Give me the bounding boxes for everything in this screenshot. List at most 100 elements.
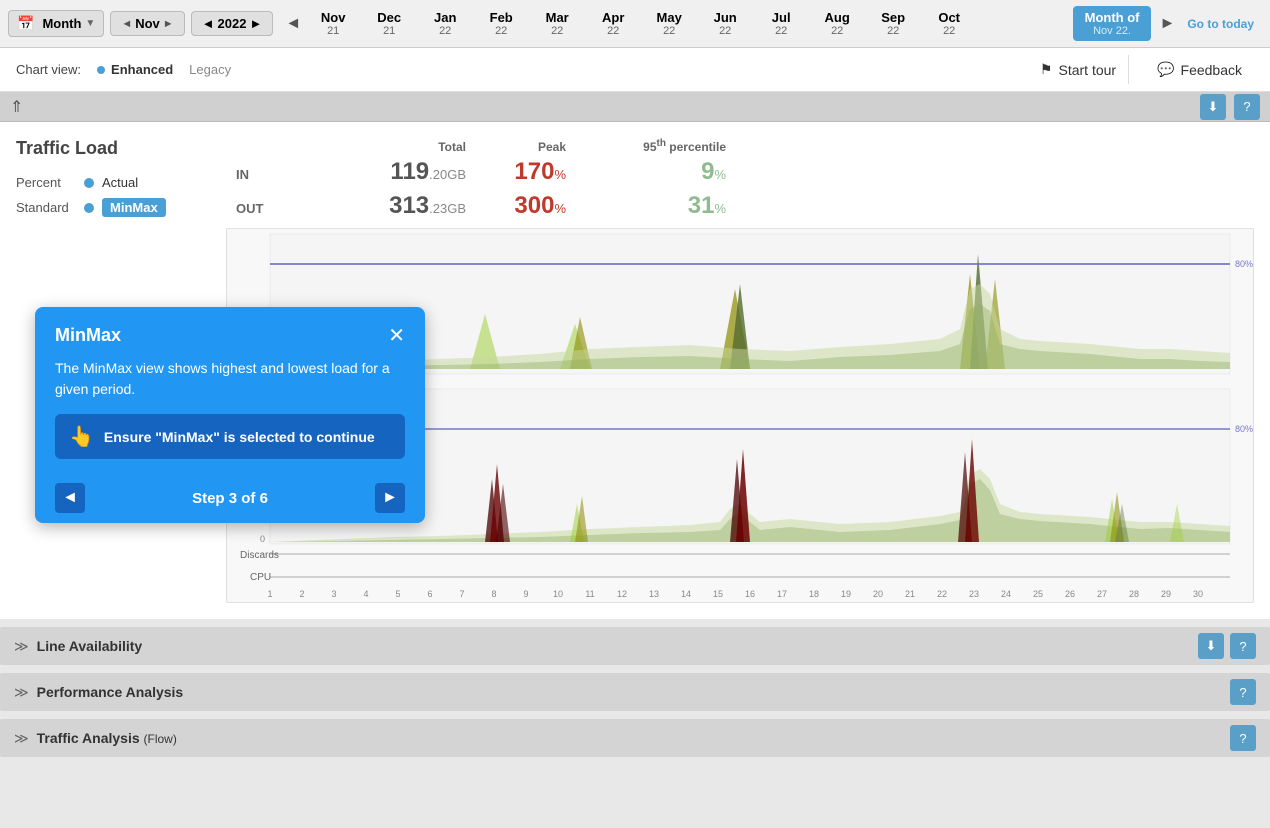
month-of-date: Nov 22. bbox=[1093, 25, 1131, 37]
start-tour-button[interactable]: ⚑ Start tour bbox=[1028, 55, 1129, 84]
in-percentile-unit: % bbox=[714, 167, 726, 182]
month-item-oct22[interactable]: Oct 22 bbox=[921, 6, 977, 41]
standard-label: Standard bbox=[16, 200, 76, 215]
legacy-option[interactable]: Legacy bbox=[189, 62, 231, 77]
legacy-label: Legacy bbox=[189, 62, 231, 77]
svg-text:5: 5 bbox=[395, 589, 400, 599]
tooltip-close-button[interactable]: ✕ bbox=[388, 326, 405, 346]
enhanced-label: Enhanced bbox=[111, 62, 173, 77]
svg-text:23: 23 bbox=[969, 589, 979, 599]
svg-text:11: 11 bbox=[585, 589, 594, 599]
main-content: Traffic Load Percent Actual Standard Min… bbox=[0, 122, 1270, 619]
month-selector[interactable]: 📅 Month ▼ bbox=[8, 10, 104, 37]
chart-view-bar: Chart view: Enhanced Legacy ⚑ Start tour… bbox=[0, 48, 1270, 92]
strip-prev-arrow[interactable]: ◄ bbox=[281, 13, 305, 35]
in-peak: 170% bbox=[466, 158, 566, 186]
month-item-nov21[interactable]: Nov 21 bbox=[305, 6, 361, 41]
in-total-decimal: .20GB bbox=[429, 167, 466, 182]
in-total: 119.20GB bbox=[286, 158, 466, 186]
month-item-apr22[interactable]: Apr 22 bbox=[585, 6, 641, 41]
in-direction-label: IN bbox=[236, 167, 286, 182]
chevron-down-icon-pa: ≫ bbox=[14, 684, 29, 701]
section-bar-left-la: ≫ Line Availability bbox=[14, 638, 142, 655]
month-label: Month bbox=[42, 16, 81, 31]
tooltip-action: 👆 Ensure "MinMax" is selected to continu… bbox=[55, 414, 405, 459]
section-bars: ≫ Line Availability ⬇ ? ≫ Performance An… bbox=[0, 627, 1270, 757]
month-item-jul22[interactable]: Jul 22 bbox=[753, 6, 809, 41]
svg-text:22: 22 bbox=[937, 589, 947, 599]
month-item-may22[interactable]: May 22 bbox=[641, 6, 697, 41]
out-total: 313.23GB bbox=[286, 192, 466, 220]
percentile-header: 95th percentile bbox=[566, 138, 726, 154]
chart-view-label: Chart view: bbox=[16, 62, 81, 77]
month-item-jan22[interactable]: Jan 22 bbox=[417, 6, 473, 41]
section-bar-left-pa: ≫ Performance Analysis bbox=[14, 684, 183, 701]
svg-text:27: 27 bbox=[1097, 589, 1107, 599]
help-btn-ta[interactable]: ? bbox=[1230, 725, 1256, 751]
traffic-analysis-section[interactable]: ≫ Traffic Analysis (Flow) ? bbox=[0, 719, 1270, 757]
feedback-label: Feedback bbox=[1181, 62, 1242, 78]
tooltip-header: MinMax ✕ bbox=[55, 325, 405, 346]
calendar-icon: 📅 bbox=[17, 15, 34, 32]
enhanced-option[interactable]: Enhanced bbox=[97, 62, 173, 77]
dropdown-arrow-icon: ▼ bbox=[85, 18, 95, 29]
in-percentile: 9% bbox=[566, 158, 726, 186]
prev-month-arrow-icon: ◄ bbox=[121, 18, 132, 30]
in-peak-unit: % bbox=[554, 167, 566, 182]
minmax-label[interactable]: MinMax bbox=[102, 198, 166, 217]
out-peak: 300% bbox=[466, 192, 566, 220]
percent-toggle-dot bbox=[84, 178, 94, 188]
line-availability-section[interactable]: ≫ Line Availability ⬇ ? bbox=[0, 627, 1270, 665]
svg-text:15: 15 bbox=[713, 589, 723, 599]
line-availability-title: Line Availability bbox=[37, 638, 143, 654]
percent-label: Percent bbox=[16, 175, 76, 190]
stats-header-row: Total Peak 95th percentile bbox=[226, 138, 1254, 154]
month-item-mar22[interactable]: Mar 22 bbox=[529, 6, 585, 41]
chevron-down-icon-ta: ≫ bbox=[14, 730, 29, 747]
svg-text:14: 14 bbox=[681, 589, 691, 599]
enhanced-dot-icon bbox=[97, 66, 105, 74]
svg-text:9: 9 bbox=[523, 589, 528, 599]
download-btn-la[interactable]: ⬇ bbox=[1198, 633, 1224, 659]
go-to-today-btn[interactable]: Go to today bbox=[1179, 13, 1262, 35]
svg-text:2: 2 bbox=[299, 589, 304, 599]
month-item-jun22[interactable]: Jun 22 bbox=[697, 6, 753, 41]
tooltip-body: The MinMax view shows highest and lowest… bbox=[55, 358, 405, 400]
help-btn-pa[interactable]: ? bbox=[1230, 679, 1256, 705]
current-month-btn[interactable]: ◄ Nov ► bbox=[110, 11, 184, 36]
strip-next-arrow[interactable]: ► bbox=[1155, 13, 1179, 35]
month-item-sep22[interactable]: Sep 22 bbox=[865, 6, 921, 41]
svg-text:6: 6 bbox=[427, 589, 432, 599]
svg-text:28: 28 bbox=[1129, 589, 1139, 599]
month-item-dec21[interactable]: Dec 21 bbox=[361, 6, 417, 41]
help-btn-la[interactable]: ? bbox=[1230, 633, 1256, 659]
current-year-btn[interactable]: ◄ 2022 ► bbox=[191, 11, 274, 36]
performance-analysis-section[interactable]: ≫ Performance Analysis ? bbox=[0, 673, 1270, 711]
out-direction-label: OUT bbox=[236, 201, 286, 216]
month-of-today-btn[interactable]: Month of Nov 22. bbox=[1073, 6, 1152, 41]
out-percentile-value: 31 bbox=[688, 192, 715, 219]
out-peak-value: 300 bbox=[514, 192, 554, 219]
download-icon-btn[interactable]: ⬇ bbox=[1200, 94, 1226, 120]
tooltip-prev-button[interactable]: ◄ bbox=[55, 483, 85, 513]
help-icon-btn[interactable]: ? bbox=[1234, 94, 1260, 120]
feedback-button[interactable]: 💬 Feedback bbox=[1145, 55, 1254, 84]
tooltip-popup: MinMax ✕ The MinMax view shows highest a… bbox=[35, 307, 425, 523]
tooltip-action-text: Ensure "MinMax" is selected to continue bbox=[104, 429, 375, 445]
svg-text:17: 17 bbox=[777, 589, 787, 599]
month-item-feb22[interactable]: Feb 22 bbox=[473, 6, 529, 41]
step-label: Step 3 of 6 bbox=[192, 490, 268, 507]
in-stats-row: IN 119.20GB 170% 9% bbox=[226, 158, 1254, 186]
out-peak-unit: % bbox=[554, 201, 566, 216]
section-bar-left-ta: ≫ Traffic Analysis (Flow) bbox=[14, 730, 177, 747]
section-bar-right-ta: ? bbox=[1230, 725, 1256, 751]
month-item-aug22[interactable]: Aug 22 bbox=[809, 6, 865, 41]
out-total-value: 313 bbox=[389, 192, 429, 219]
collapse-button[interactable]: ⇑ bbox=[10, 97, 23, 117]
traffic-analysis-title: Traffic Analysis (Flow) bbox=[37, 730, 177, 746]
tooltip-title: MinMax bbox=[55, 325, 121, 346]
svg-text:30: 30 bbox=[1193, 589, 1203, 599]
svg-text:8: 8 bbox=[491, 589, 496, 599]
standard-control-row: Standard MinMax bbox=[16, 198, 226, 217]
tooltip-next-button[interactable]: ► bbox=[375, 483, 405, 513]
